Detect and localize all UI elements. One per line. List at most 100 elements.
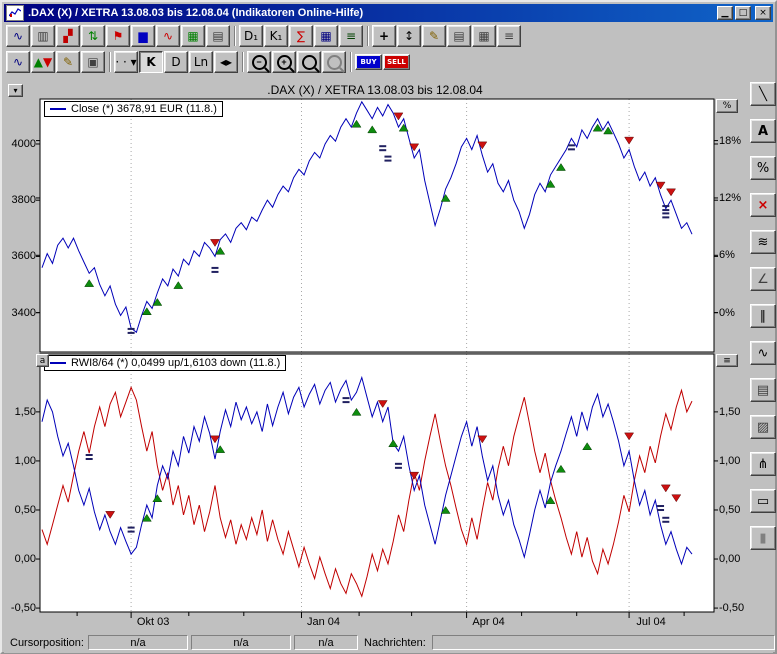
candle-button[interactable]: K	[139, 51, 163, 73]
pane-menu-button[interactable]: ≡	[716, 354, 738, 367]
app-icon	[6, 5, 24, 21]
mini-chart-icon[interactable]: ∿	[6, 51, 30, 73]
axis-label: -0,50	[6, 602, 36, 614]
axis-label: 12%	[719, 192, 745, 204]
signal-triangles-icon[interactable]: ▲▼	[31, 51, 55, 73]
bar-chart-icon[interactable]: ▆	[131, 25, 155, 47]
copy-icon[interactable]: ▥	[31, 25, 55, 47]
axis-label: 6%	[719, 249, 745, 261]
list-view-icon[interactable]: ≡	[497, 25, 521, 47]
percent-scale-button[interactable]: %	[716, 99, 738, 113]
gann-tool[interactable]: ∠	[750, 267, 776, 291]
rwi-legend: RWI8/64 (*) 0,0499 up/1,6103 down (11.8.…	[44, 355, 286, 371]
axis-label: 0,00	[719, 553, 747, 565]
cursor-position-label: Cursorposition:	[10, 637, 84, 649]
chart-toolbar: ∿▲▼✎▣ · · ▾KDLn◂▸−+ BUYSELL	[6, 49, 411, 75]
toolbar-separator	[239, 51, 247, 73]
axis-label: 3600	[6, 250, 36, 262]
hlines-tool[interactable]: ▤	[750, 378, 776, 402]
line-chart-icon[interactable]: ∿	[156, 25, 180, 47]
properties-icon[interactable]: ▣	[81, 51, 105, 73]
cursor-x-field: n/a	[88, 635, 188, 650]
axis-label: 18%	[719, 135, 745, 147]
daily-button[interactable]: D	[164, 51, 188, 73]
zoom-in-button[interactable]: +	[272, 51, 296, 73]
ln-button[interactable]: Ln	[189, 51, 213, 73]
rwi-series-color-chip	[50, 362, 66, 364]
grid-icon[interactable]: ▦	[314, 25, 338, 47]
minimize-button[interactable]: ▁	[717, 6, 733, 20]
quote-table-icon[interactable]: ▦	[472, 25, 496, 47]
close-series-color-chip	[50, 108, 66, 110]
drawing-toolbar: ╲ A% × ≋ ∠ ∥ ∿ ▤ ▨ ⋔ ▭ ▮	[748, 82, 777, 563]
cursor-y-field: n/a	[191, 635, 291, 650]
d1-button[interactable]: D₁	[239, 25, 263, 47]
news-label: Nachrichten:	[364, 637, 426, 649]
toolbar-separator	[347, 51, 355, 73]
rect-tool[interactable]: ▭	[750, 489, 776, 513]
buy-button[interactable]: BUY	[355, 54, 382, 70]
axis-label: 1,00	[719, 455, 747, 467]
new-analysis-icon[interactable]: ∿	[6, 25, 30, 47]
delete-drawing-tool[interactable]: ×	[750, 193, 776, 217]
compress-button[interactable]: ◂▸	[214, 51, 238, 73]
crosshair-icon[interactable]: +	[372, 25, 396, 47]
cursor-value-field: n/a	[294, 635, 358, 650]
fibonacci-tool[interactable]: ≋	[750, 230, 776, 254]
axis-label: Apr 04	[464, 616, 514, 628]
axis-label: 1,00	[6, 455, 36, 467]
text-tool[interactable]: A	[750, 119, 776, 143]
layout-icon[interactable]: ≡	[339, 25, 363, 47]
pencil-icon[interactable]: ✎	[56, 51, 80, 73]
table-icon[interactable]: ▦	[181, 25, 205, 47]
interval-button[interactable]: · · ▾	[114, 51, 138, 73]
zoom-reset-button[interactable]	[322, 51, 346, 73]
axis-label: Jul 04	[626, 616, 676, 628]
zoom-out-button[interactable]: −	[247, 51, 271, 73]
pitchfork-tool[interactable]: ⋔	[750, 452, 776, 476]
zoom-area-button[interactable]	[297, 51, 321, 73]
axis-label: 0,50	[719, 504, 747, 516]
channel-tool[interactable]: ∥	[750, 304, 776, 328]
price-legend: Close (*) 3678,91 EUR (11.8.)	[44, 101, 223, 117]
status-bar: Cursorposition: n/a n/a n/a Nachrichten:	[4, 634, 773, 653]
formula-icon[interactable]: ∑	[289, 25, 313, 47]
window-title: .DAX (X) / XETRA 13.08.03 bis 12.08.04 (…	[28, 7, 715, 19]
move-icon[interactable]: ↕	[397, 25, 421, 47]
axis-label: 0%	[719, 307, 745, 319]
axis-label: 3800	[6, 194, 36, 206]
notes-icon[interactable]: ▤	[447, 25, 471, 47]
toolbar-separator	[364, 25, 372, 47]
print-icon[interactable]: ▤	[206, 25, 230, 47]
draw-icon[interactable]: ✎	[422, 25, 446, 47]
collapse-button[interactable]: ▾	[8, 84, 23, 97]
wave-tool[interactable]: ∿	[750, 341, 776, 365]
rwi-legend-text: RWI8/64 (*) 0,0499 up/1,6103 down (11.8.…	[71, 357, 280, 369]
app-window: .DAX (X) / XETRA 13.08.03 bis 12.08.04 (…	[0, 0, 777, 654]
toolbar-separator	[106, 51, 114, 73]
axis-label: 4000	[6, 138, 36, 150]
toolbar-separator	[231, 25, 239, 47]
filled-rect-tool[interactable]: ▮	[750, 526, 776, 550]
chart-canvas[interactable]: ▾ .DAX (X) / XETRA 13.08.03 bis 12.08.04…	[6, 78, 744, 632]
line-tool[interactable]: ╲	[750, 82, 776, 106]
axis-label: 1,50	[719, 406, 747, 418]
hatch-tool[interactable]: ▨	[750, 415, 776, 439]
transfer-icon[interactable]: ⇅	[81, 25, 105, 47]
flag-icon[interactable]: ⚑	[106, 25, 130, 47]
compare-icon[interactable]: ▞	[56, 25, 80, 47]
close-button[interactable]: ×	[755, 6, 771, 20]
axis-label: Okt 03	[128, 616, 178, 628]
price-legend-text: Close (*) 3678,91 EUR (11.8.)	[71, 103, 217, 115]
axis-label: 0,00	[6, 553, 36, 565]
pane-a-button[interactable]: a	[36, 354, 49, 367]
maximize-button[interactable]: □	[735, 6, 751, 20]
axis-label: 3400	[6, 307, 36, 319]
main-toolbar: ∿▥▞⇅⚑▆∿▦▤D₁K₁∑▦≡+↕✎▤▦≡	[6, 23, 522, 49]
sell-button[interactable]: SELL	[383, 54, 410, 70]
news-field	[432, 635, 775, 650]
axis-label: Jan 04	[298, 616, 348, 628]
k1-button[interactable]: K₁	[264, 25, 288, 47]
axis-label: 1,50	[6, 406, 36, 418]
percent-tool[interactable]: %	[750, 156, 776, 180]
